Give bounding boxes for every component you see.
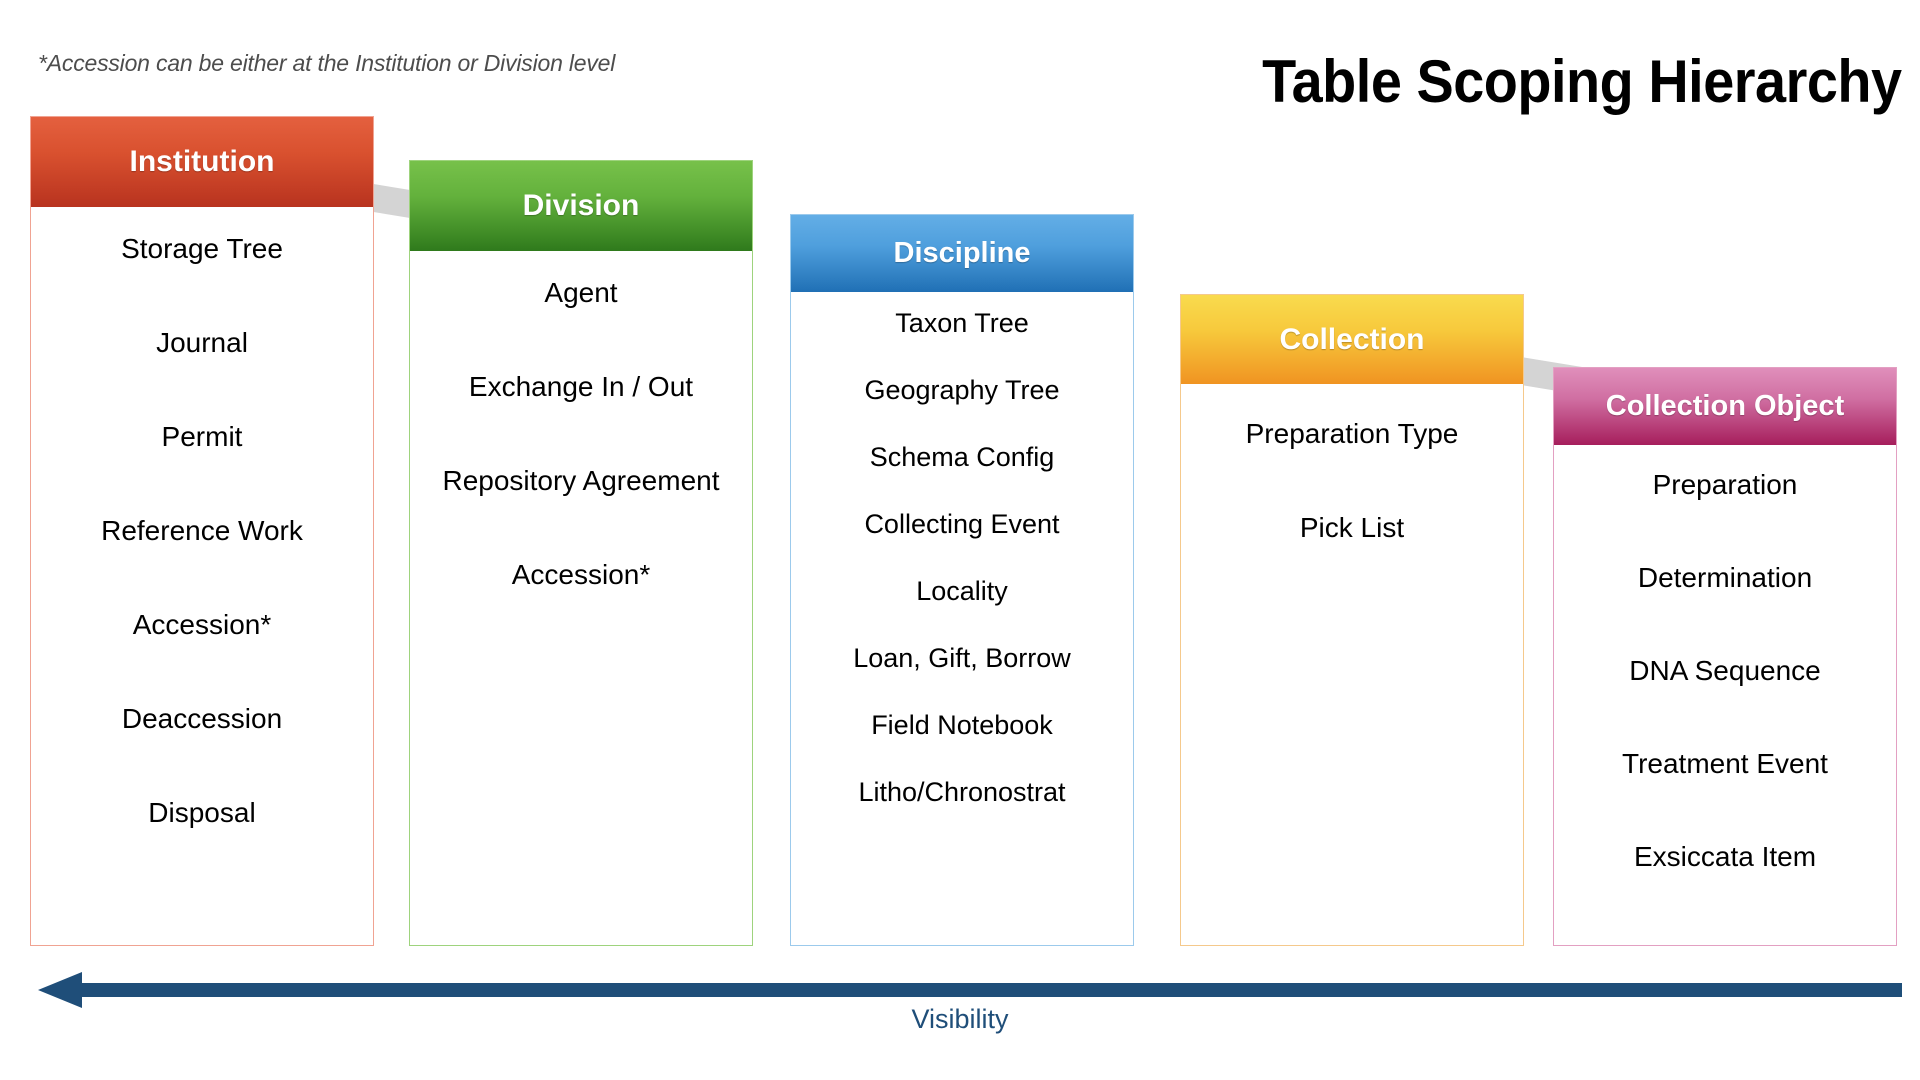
list-item[interactable]: DNA Sequence — [1554, 655, 1896, 687]
column-header-label: Institution — [129, 145, 275, 178]
column-header-label: Collection Object — [1605, 390, 1845, 422]
list-item[interactable]: Repository Agreement — [410, 465, 752, 497]
list-item[interactable]: Determination — [1554, 562, 1896, 594]
table-scoping-hierarchy-diagram: *Accession can be either at the Institut… — [0, 0, 1920, 1080]
list-item[interactable]: Deaccession — [31, 703, 373, 735]
column-body-institution: Storage Tree Journal Permit Reference Wo… — [30, 207, 374, 946]
column-body-collection: Preparation Type Pick List — [1180, 384, 1524, 946]
footnote-text: *Accession can be either at the Institut… — [38, 50, 616, 76]
list-item[interactable]: Preparation — [1554, 469, 1896, 501]
column-body-division: Agent Exchange In / Out Repository Agree… — [409, 251, 753, 946]
page-title: Table Scoping Hierarchy — [1262, 48, 1903, 115]
column-collectionobject[interactable]: Collection Object Preparation Determinat… — [1553, 367, 1897, 946]
visibility-arrow-icon — [38, 972, 1902, 1008]
list-item[interactable]: Reference Work — [31, 515, 373, 547]
list-item[interactable]: Litho/Chronostrat — [791, 777, 1133, 808]
list-item[interactable]: Pick List — [1181, 512, 1523, 544]
list-item[interactable]: Disposal — [31, 797, 373, 829]
column-header-collectionobject[interactable]: Collection Object — [1553, 367, 1897, 445]
list-item[interactable]: Treatment Event — [1554, 748, 1896, 780]
column-header-institution[interactable]: Institution — [30, 116, 374, 207]
list-item[interactable]: Collecting Event — [791, 509, 1133, 540]
list-item[interactable]: Schema Config — [791, 442, 1133, 473]
list-item[interactable]: Field Notebook — [791, 710, 1133, 741]
list-item[interactable]: Exchange In / Out — [410, 371, 752, 403]
column-institution[interactable]: Institution Storage Tree Journal Permit … — [30, 116, 374, 946]
list-item[interactable]: Exsiccata Item — [1554, 841, 1896, 873]
list-item[interactable]: Agent — [410, 277, 752, 309]
list-item[interactable]: Taxon Tree — [791, 308, 1133, 339]
column-discipline[interactable]: Discipline Taxon Tree Geography Tree Sch… — [790, 214, 1134, 946]
column-body-collectionobject: Preparation Determination DNA Sequence T… — [1553, 445, 1897, 946]
column-header-label: Division — [522, 189, 640, 222]
list-item[interactable]: Accession* — [410, 559, 752, 591]
list-item[interactable]: Permit — [31, 421, 373, 453]
column-collection[interactable]: Collection Preparation Type Pick List — [1180, 294, 1524, 946]
column-header-discipline[interactable]: Discipline — [790, 214, 1134, 292]
list-item[interactable]: Accession* — [31, 609, 373, 641]
list-item[interactable]: Loan, Gift, Borrow — [791, 643, 1133, 674]
column-division[interactable]: Division Agent Exchange In / Out Reposit… — [409, 160, 753, 946]
list-item[interactable]: Locality — [791, 576, 1133, 607]
list-item[interactable]: Geography Tree — [791, 375, 1133, 406]
visibility-label: Visibility — [911, 1004, 1009, 1034]
column-header-division[interactable]: Division — [409, 160, 753, 251]
list-item[interactable]: Preparation Type — [1181, 418, 1523, 450]
list-item[interactable]: Storage Tree — [31, 233, 373, 265]
column-header-label: Discipline — [893, 237, 1031, 269]
column-body-discipline: Taxon Tree Geography Tree Schema Config … — [790, 292, 1134, 946]
column-header-label: Collection — [1279, 322, 1425, 356]
column-header-collection[interactable]: Collection — [1180, 294, 1524, 384]
list-item[interactable]: Journal — [31, 327, 373, 359]
